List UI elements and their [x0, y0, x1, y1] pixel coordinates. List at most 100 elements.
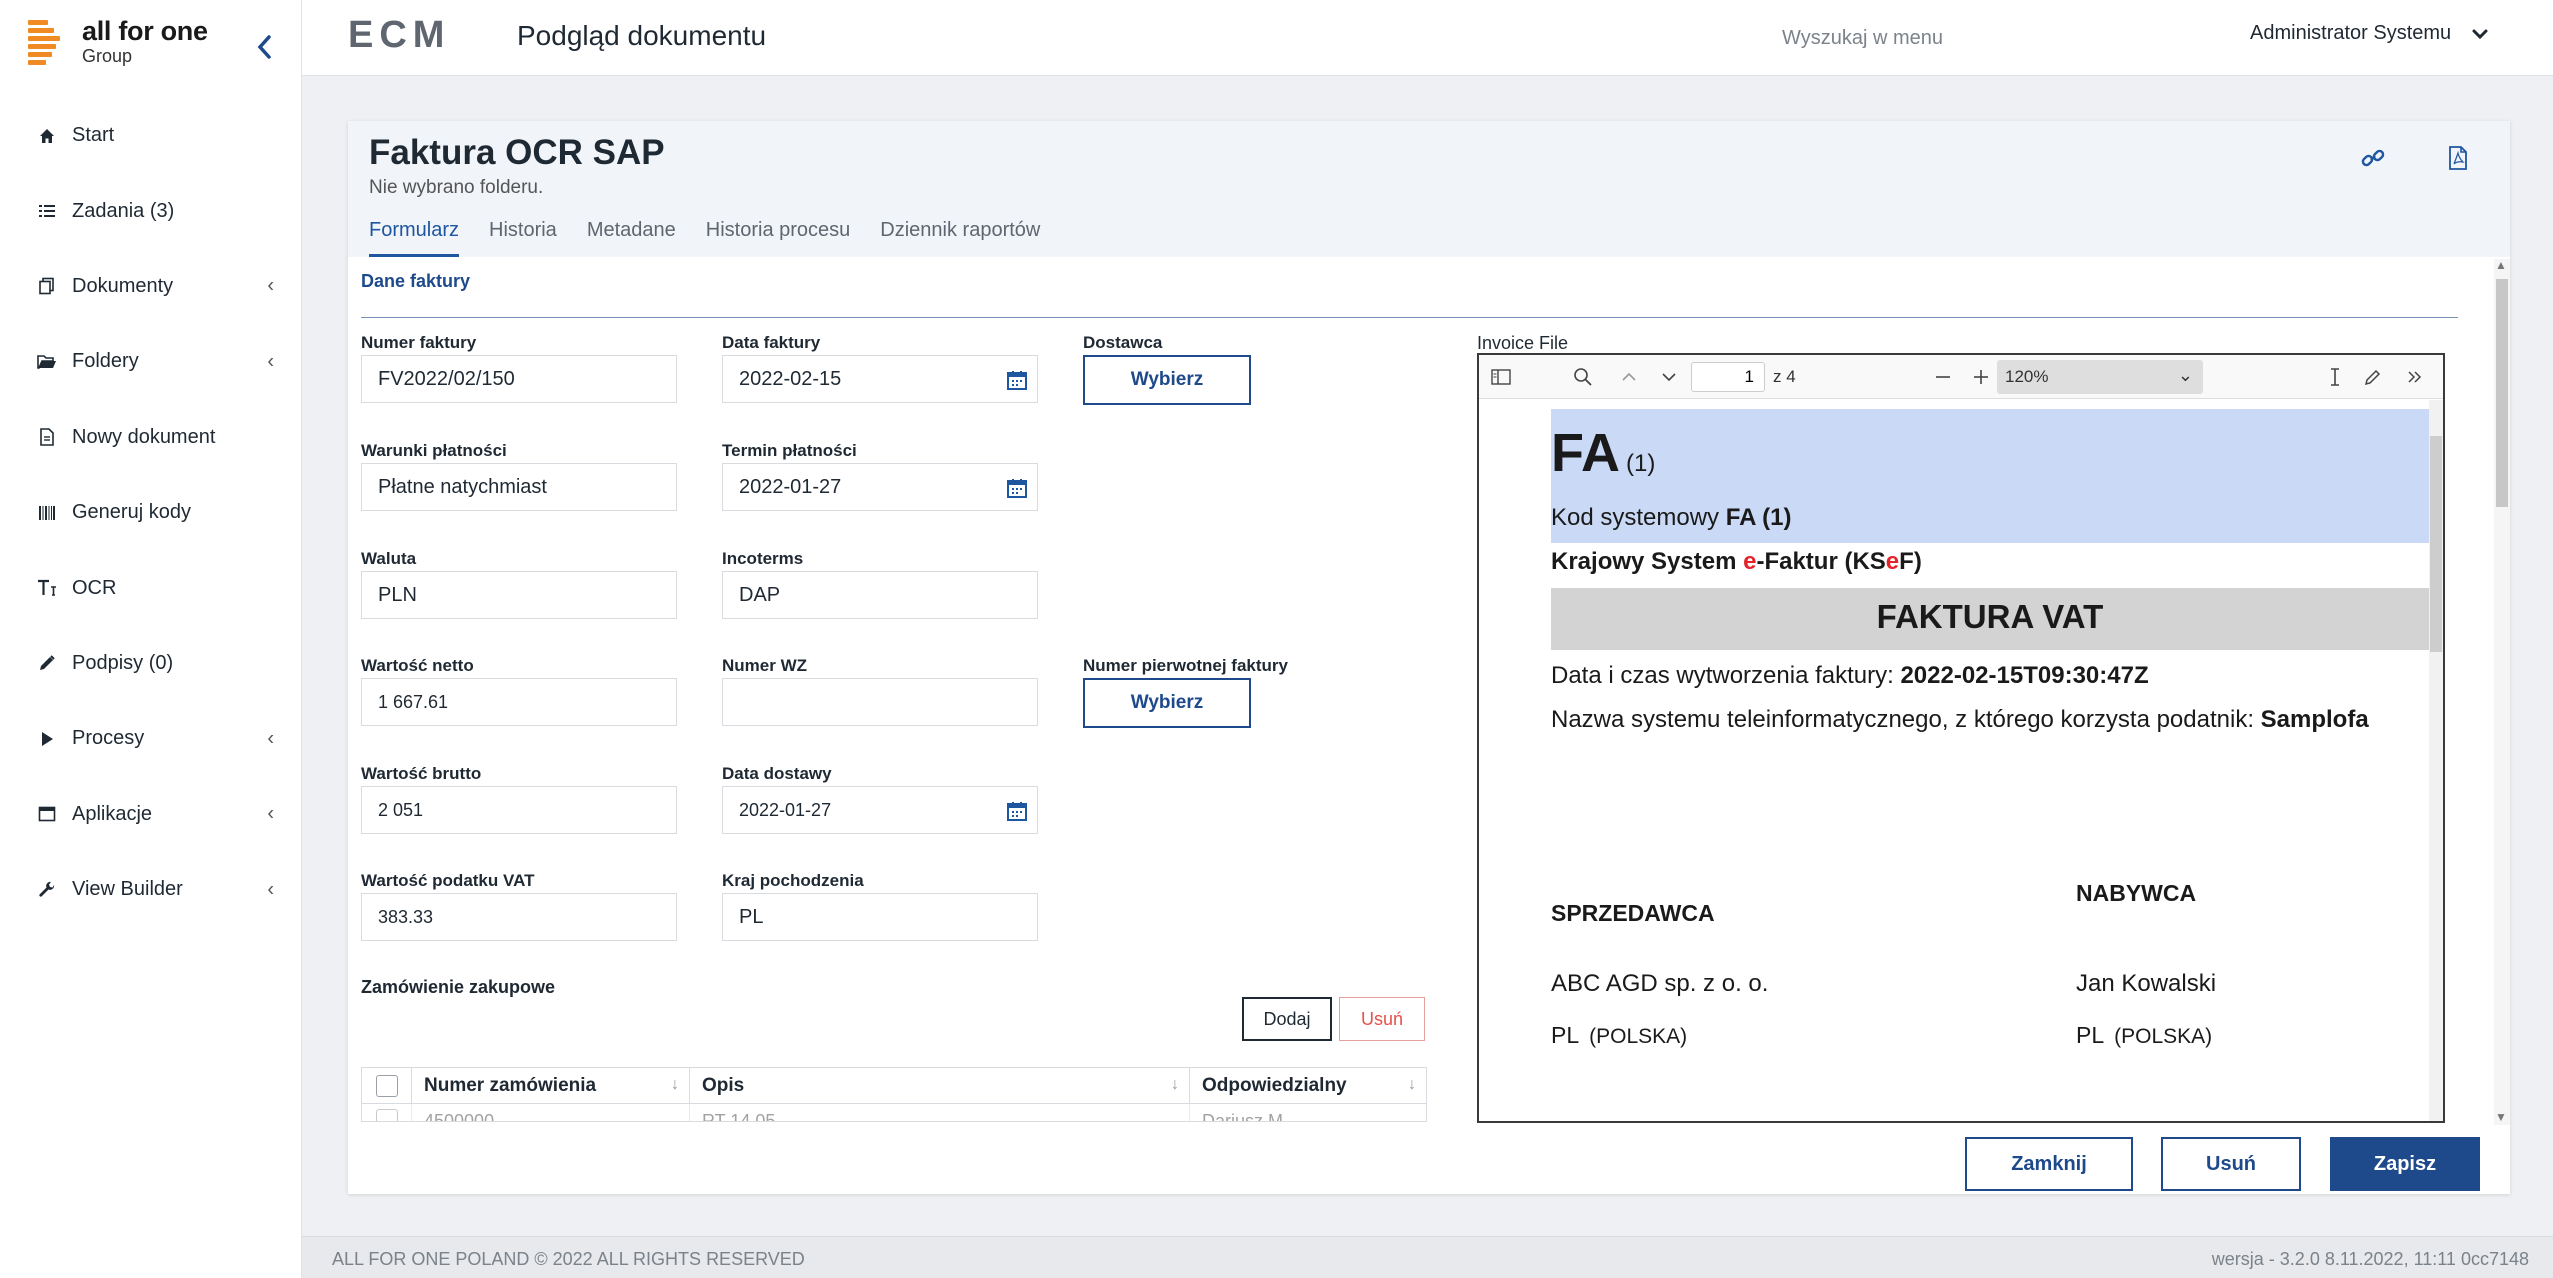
ksef-e: e [1743, 548, 1757, 575]
calendar-icon[interactable] [1005, 799, 1029, 823]
remove-order-button[interactable]: Usuń [1339, 997, 1425, 1041]
sidebar-item-view-builder[interactable]: View Builder ‹ [0, 852, 302, 927]
net-value-value[interactable] [378, 691, 647, 713]
column-order-number[interactable]: Numer zamówienia ↓ [412, 1068, 690, 1103]
column-responsible[interactable]: Odpowiedzialny ↓ [1190, 1068, 1426, 1103]
field-label: Numer pierwotnej faktury [1083, 656, 1288, 675]
vat-value-value[interactable] [378, 906, 647, 928]
tab-history[interactable]: Historia [489, 217, 557, 257]
vat-value-input[interactable] [361, 893, 677, 941]
wrench-icon [36, 879, 58, 901]
table-row[interactable]: 4500000 RT 14 05 Dariusz M [362, 1104, 1426, 1122]
section-divider [361, 317, 2458, 318]
tab-process-history[interactable]: Historia procesu [706, 217, 851, 257]
sidebar-item-new-document[interactable]: Nowy dokument [0, 400, 302, 475]
cell-description: RT 14 05 [690, 1104, 1190, 1121]
sidebar-toggle-icon[interactable] [1487, 363, 1515, 391]
sidebar-item-tasks[interactable]: Zadania (3) [0, 173, 302, 248]
tab-form[interactable]: Formularz [369, 217, 460, 257]
select-supplier-button[interactable]: Wybierz [1083, 355, 1251, 405]
invoice-number-value[interactable] [378, 367, 647, 391]
payment-terms-value[interactable] [378, 475, 647, 499]
due-date-input[interactable]: 2022-01-27 [722, 463, 1038, 511]
barcode-icon [36, 502, 58, 524]
form-scrollbar[interactable] [2494, 259, 2510, 1125]
form-scrollbar-thumb[interactable] [2496, 279, 2508, 507]
sidebar-item-label: Procesy [72, 727, 145, 750]
field-delivery-date: Data dostawy 2022-01-27 [722, 764, 1038, 834]
chevron-down-icon: ⌄ [2177, 365, 2193, 385]
draw-pencil-icon[interactable] [2359, 363, 2387, 391]
tab-report-log[interactable]: Dziennik raportów [880, 217, 1040, 257]
sidebar-item-folders[interactable]: Foldery ‹ [0, 324, 302, 399]
select-original-invoice-button[interactable]: Wybierz [1083, 678, 1251, 728]
field-invoice-number: Numer faktury [361, 333, 677, 403]
origin-country-value[interactable] [739, 905, 1008, 929]
link-icon[interactable] [2356, 141, 2390, 175]
pdf-scrollbar-thumb[interactable] [2430, 436, 2442, 652]
sidebar-item-processes[interactable]: Procesy ‹ [0, 701, 302, 776]
sidebar-item-applications[interactable]: Aplikacje ‹ [0, 777, 302, 852]
invoice-date-input[interactable]: 2022-02-15 [722, 355, 1038, 403]
logo-text: all for one [82, 16, 208, 46]
previous-page-icon[interactable] [1615, 363, 1643, 391]
menu-search-input[interactable] [1782, 22, 2082, 54]
column-description[interactable]: Opis ↓ [690, 1068, 1190, 1103]
row-checkbox[interactable] [375, 1109, 398, 1121]
gross-value-value[interactable] [378, 799, 647, 821]
delivery-date-input[interactable]: 2022-01-27 [722, 786, 1038, 834]
add-order-button[interactable]: Dodaj [1242, 997, 1332, 1041]
field-label: Wartość podatku VAT [361, 871, 535, 890]
sidebar-item-ocr[interactable]: OCR [0, 550, 302, 625]
more-tools-icon[interactable] [2401, 363, 2429, 391]
sidebar-item-signatures[interactable]: Podpisy (0) [0, 626, 302, 701]
payment-terms-input[interactable] [361, 463, 677, 511]
pdf-system-name: Nazwa systemu teleinformatycznego, z któ… [1551, 706, 2369, 734]
wz-number-value[interactable] [739, 690, 1008, 714]
pdf-scrollbar[interactable] [2429, 400, 2443, 1121]
pdf-buyer-heading: NABYWCA [2076, 880, 2197, 906]
company-logo[interactable]: all for one Group [28, 16, 288, 66]
close-button[interactable]: Zamknij [1965, 1137, 2133, 1191]
calendar-icon[interactable] [1005, 476, 1029, 500]
scroll-up-icon[interactable]: ▲ [2495, 258, 2507, 272]
pdf-viewer: z 4 120% ⌄ FA(1) Kod systemowy FA (1) Kra… [1477, 353, 2445, 1123]
text-select-icon[interactable] [2321, 363, 2349, 391]
calendar-icon[interactable] [1005, 368, 1029, 392]
search-icon[interactable] [1569, 363, 1597, 391]
currency-value[interactable] [378, 583, 647, 607]
sidebar-item-documents[interactable]: Dokumenty ‹ [0, 249, 302, 324]
pdf-file-icon[interactable] [2441, 141, 2475, 175]
net-value-input[interactable] [361, 678, 677, 726]
next-page-icon[interactable] [1655, 363, 1683, 391]
cell-responsible: Dariusz M [1202, 1110, 1284, 1122]
incoterms-input[interactable] [722, 571, 1038, 619]
origin-country-input[interactable] [722, 893, 1038, 941]
sidebar-collapse-button[interactable] [254, 32, 276, 62]
field-net-value: Wartość netto [361, 656, 677, 726]
zoom-out-icon[interactable] [1929, 363, 1957, 391]
scroll-down-icon[interactable]: ▼ [2495, 1110, 2507, 1124]
home-icon [36, 125, 58, 147]
purchase-order-title: Zamówienie zakupowe [361, 977, 556, 997]
zoom-select[interactable]: 120% ⌄ [1997, 360, 2203, 394]
pdf-page-number-input[interactable] [1691, 362, 1765, 392]
incoterms-value[interactable] [739, 583, 1008, 607]
delete-button[interactable]: Usuń [2161, 1137, 2301, 1191]
save-button[interactable]: Zapisz [2330, 1137, 2480, 1191]
select-all-checkbox[interactable] [375, 1074, 398, 1097]
currency-input[interactable] [361, 571, 677, 619]
invoice-number-input[interactable] [361, 355, 677, 403]
zoom-in-icon[interactable] [1967, 363, 1995, 391]
sidebar: all for one Group Start Zadania (3) Doku… [0, 0, 302, 1278]
user-menu[interactable]: Administrator Systemu [2250, 22, 2491, 45]
sidebar-item-start[interactable]: Start [0, 98, 302, 173]
gross-value-input[interactable] [361, 786, 677, 834]
wz-number-input[interactable] [722, 678, 1038, 726]
field-wz-number: Numer WZ [722, 656, 1038, 726]
country-code: PL [1551, 1022, 1580, 1048]
document-card: Faktura OCR SAP Nie wybrano folderu. For… [348, 121, 2510, 1194]
sidebar-item-generate-codes[interactable]: Generuj kody [0, 475, 302, 550]
tab-metadata[interactable]: Metadane [587, 217, 676, 257]
column-header-label: Numer zamówienia [424, 1074, 597, 1096]
